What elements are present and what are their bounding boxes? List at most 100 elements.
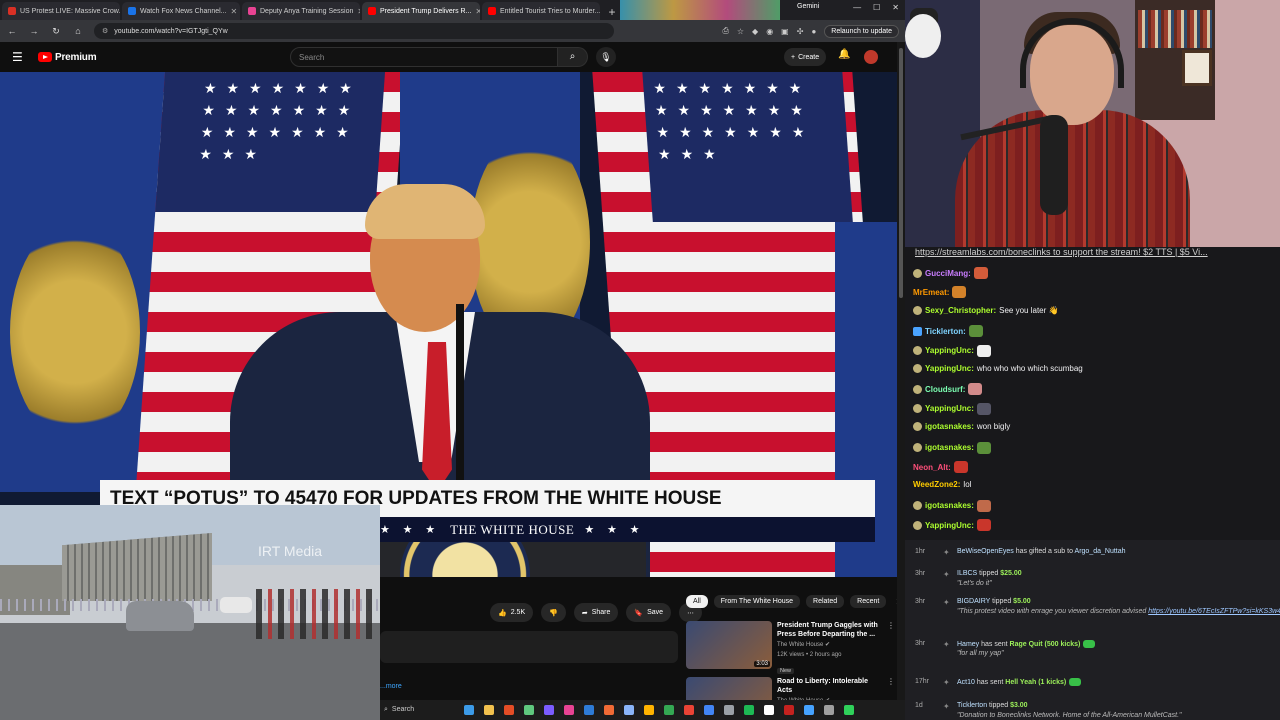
tab-close-icon[interactable]: ✕ — [231, 7, 238, 16]
taskbar-app-icon[interactable] — [624, 705, 634, 715]
extension-icon[interactable]: ▣ — [781, 27, 789, 36]
chat-username[interactable]: igotasnakes: — [925, 422, 974, 431]
install-icon[interactable]: ⎙ — [722, 26, 728, 36]
event-user[interactable]: Act10 — [957, 679, 975, 686]
extension-icon[interactable]: ◉ — [766, 27, 773, 36]
taskbar-app-icon[interactable] — [604, 705, 614, 715]
event-user[interactable]: ILBCS — [957, 570, 977, 577]
youtube-logo[interactable]: Premium — [38, 51, 97, 63]
close-window-icon[interactable]: ✕ — [892, 3, 899, 12]
recommendation-title[interactable]: President Trump Gaggles with Press Befor… — [777, 621, 882, 639]
chat-username[interactable]: Neon_Alt: — [913, 463, 951, 472]
streamlabs-link[interactable]: https://streamlabs.com/boneclinks to sup… — [915, 247, 1208, 257]
bookmark-star-icon[interactable]: ☆ — [737, 27, 744, 36]
voice-search-button[interactable]: 🎙 — [596, 47, 616, 67]
minimize-icon[interactable]: — — [853, 3, 861, 12]
page-scrollbar-thumb[interactable] — [899, 48, 903, 298]
chat-username[interactable]: Cloudsurf: — [925, 385, 965, 394]
recommendation-title[interactable]: Road to Liberty: Intolerable Acts — [777, 677, 882, 695]
event-user[interactable]: BIGDAIRY — [957, 598, 990, 605]
chat-username[interactable]: GucciMang: — [925, 269, 971, 278]
event-target-user[interactable]: Argo_da_Nuttah — [1075, 548, 1126, 555]
site-info-icon[interactable]: ⚙ — [102, 27, 108, 35]
chat-message: igotasnakes: won bigly — [913, 422, 1010, 432]
tab-favicon-icon — [368, 7, 376, 15]
browser-tab[interactable]: Entitled Tourist Tries to Murder...✕ — [482, 2, 600, 20]
kebab-menu-icon[interactable]: ⋮ — [887, 621, 895, 677]
chat-username[interactable]: igotasnakes: — [925, 501, 974, 510]
new-tab-button[interactable]: + — [604, 4, 620, 20]
reload-icon[interactable]: ↻ — [50, 26, 62, 37]
extension-icon[interactable]: ◆ — [752, 27, 758, 36]
chat-username[interactable]: Sexy_Christopher: — [925, 306, 996, 315]
taskbar-app-icon[interactable] — [744, 705, 754, 715]
chat-username[interactable]: YappingUnc: — [925, 404, 974, 413]
like-button[interactable]: 👍 2.5K — [490, 603, 534, 622]
taskbar-app-icon[interactable] — [684, 705, 694, 715]
taskbar-app-icon[interactable] — [804, 705, 814, 715]
taskbar-app-icon[interactable] — [784, 705, 794, 715]
taskbar-app-icon[interactable] — [504, 705, 514, 715]
browser-tab[interactable]: President Trump Delivers R... ✕ — [362, 2, 480, 20]
menu-icon[interactable]: ☰ — [12, 50, 26, 64]
taskbar-app-icon[interactable] — [824, 705, 834, 715]
save-button[interactable]: 🔖 Save — [626, 603, 672, 622]
taskbar-app-icon[interactable] — [844, 705, 854, 715]
maximize-icon[interactable]: ☐ — [873, 3, 880, 12]
search-input[interactable]: Search — [290, 47, 558, 67]
search-button[interactable]: ⌕ — [558, 47, 588, 67]
browser-tab[interactable]: Deputy Anya Training Session✕ — [242, 2, 360, 20]
youtube-premium-wordmark: Premium — [55, 51, 97, 63]
taskbar-app-icon[interactable] — [664, 705, 674, 715]
home-icon[interactable]: ⌂ — [72, 26, 84, 36]
taskbar-app-icon[interactable] — [764, 705, 774, 715]
taskbar-search[interactable]: ⌕ Search — [384, 706, 454, 714]
browser-tab[interactable]: Watch Fox News Channel... ✕ — [122, 2, 240, 20]
filter-chip[interactable]: Recent — [850, 595, 887, 608]
extensions-row: ⎙ ☆ ◆ ◉ ▣ ✣ ● Relaunch to update — [722, 24, 899, 38]
chat-username[interactable]: MrEmeat: — [913, 288, 949, 297]
taskbar-app-icon[interactable] — [484, 705, 494, 715]
event-link[interactable]: https://youtu.be/6TEcIsZFTPw?si=kKS3w4SV… — [1148, 608, 1280, 615]
chat-username[interactable]: igotasnakes: — [925, 443, 974, 452]
filter-chip[interactable]: All — [686, 595, 708, 608]
chat-username[interactable]: Ticklerton: — [925, 327, 966, 336]
tab-close-icon[interactable]: ✕ — [475, 7, 480, 16]
recommendation-item[interactable]: 3:03 President Trump Gaggles with Press B… — [686, 621, 896, 677]
puzzle-icon[interactable]: ✣ — [797, 27, 804, 36]
chat-username[interactable]: YappingUnc: — [925, 346, 974, 355]
relaunch-button[interactable]: Relaunch to update — [824, 24, 899, 38]
browser-tab[interactable]: US Protest LIVE: Massive Crow...✕ — [2, 2, 120, 20]
taskbar-app-icon[interactable] — [644, 705, 654, 715]
taskbar-app-icon[interactable] — [544, 705, 554, 715]
video-player[interactable]: ★★★★★★★★★★★★★★★★★★★★★★★★ ★★★★★★★★★★★★★★★… — [0, 72, 897, 577]
taskbar-app-icon[interactable] — [584, 705, 594, 715]
taskbar-app-icon[interactable] — [564, 705, 574, 715]
taskbar-app-icon[interactable] — [724, 705, 734, 715]
create-button[interactable]: + Create — [784, 48, 827, 66]
chat-username[interactable]: WeedZone2: — [913, 480, 960, 489]
back-icon[interactable]: ← — [6, 26, 18, 36]
description-box[interactable] — [380, 631, 678, 663]
account-avatar[interactable] — [864, 50, 878, 64]
event-user[interactable]: Hamey — [957, 641, 979, 648]
profile-icon[interactable]: ● — [811, 27, 816, 36]
description-more-link[interactable]: ...more — [380, 683, 402, 690]
event-user[interactable]: Ticklerton — [957, 702, 987, 709]
share-button[interactable]: ➦ Share — [573, 603, 619, 622]
url-field[interactable]: ⚙ youtube.com/watch?v=IGTJgti_QYw — [94, 23, 614, 39]
filter-chip[interactable]: Related — [806, 595, 845, 608]
notifications-bell-icon[interactable]: 🔔 — [838, 49, 850, 60]
event-user[interactable]: BeWiseOpenEyes — [957, 548, 1014, 555]
tab-close-icon[interactable]: ✕ — [357, 7, 360, 16]
forward-icon[interactable]: → — [28, 26, 40, 36]
taskbar-app-icon[interactable] — [524, 705, 534, 715]
chat-username[interactable]: YappingUnc: — [925, 364, 974, 373]
taskbar-app-icon[interactable] — [704, 705, 714, 715]
gemini-label[interactable]: Gemini — [797, 3, 819, 10]
dislike-button[interactable]: 👎 — [541, 603, 566, 622]
chat-username[interactable]: YappingUnc: — [925, 521, 974, 530]
filter-chip[interactable]: From The White House — [713, 595, 801, 608]
recommendation-thumbnail[interactable]: 3:03 — [686, 621, 772, 669]
taskbar-app-icon[interactable] — [464, 705, 474, 715]
